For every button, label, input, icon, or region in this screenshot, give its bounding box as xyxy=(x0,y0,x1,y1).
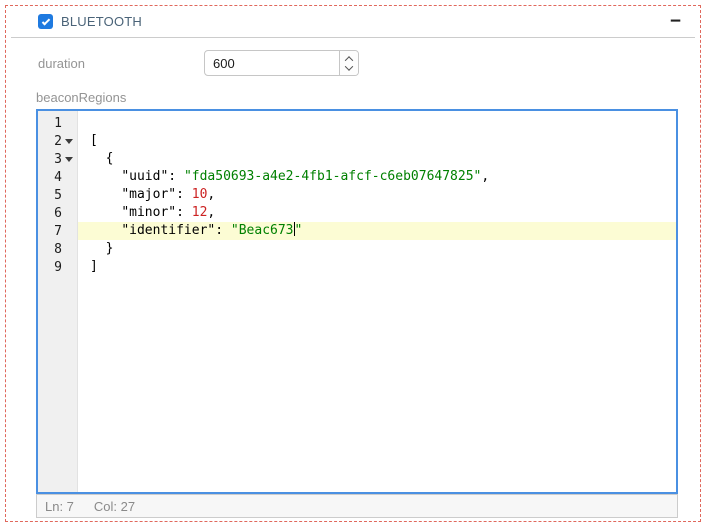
duration-input[interactable]: 600 xyxy=(204,50,359,76)
line-number: 4 xyxy=(54,170,62,185)
gutter-line-3: 3 xyxy=(38,150,77,168)
number-stepper[interactable] xyxy=(339,51,358,75)
bluetooth-settings-panel: BLUETOOTH − duration 600 beaconRegions 1… xyxy=(5,5,701,522)
panel-header: BLUETOOTH − xyxy=(11,6,695,38)
status-col: Col: 27 xyxy=(94,499,135,514)
duration-value[interactable]: 600 xyxy=(205,51,339,75)
code-line-1[interactable] xyxy=(78,114,676,132)
panel-title: BLUETOOTH xyxy=(61,14,142,29)
status-line: Ln: 7 xyxy=(45,499,74,514)
fold-arrow-icon[interactable] xyxy=(62,139,75,144)
code-line-5[interactable]: "major": 10, xyxy=(78,186,676,204)
line-number: 1 xyxy=(54,116,62,131)
editor-code-area[interactable]: 1 2 3 4 5 6 7 8 9 [ { "uuid": "fda50693-a4e2-4fb… xyxy=(36,109,678,494)
beacon-regions-label: beaconRegions xyxy=(36,90,700,105)
gutter-line-4: 4 xyxy=(38,168,77,186)
line-number: 2 xyxy=(54,134,62,149)
code-line-4[interactable]: "uuid": "fda50693-a4e2-4fb1-afcf-c6eb076… xyxy=(78,168,676,186)
duration-label: duration xyxy=(38,56,204,71)
editor-gutter: 1 2 3 4 5 6 7 8 9 xyxy=(38,111,78,492)
line-number: 3 xyxy=(54,152,62,167)
line-number: 8 xyxy=(54,242,62,257)
gutter-line-9: 9 xyxy=(38,258,77,276)
line-number: 5 xyxy=(54,188,62,203)
line-number: 7 xyxy=(54,224,62,239)
editor-code[interactable]: [ { "uuid": "fda50693-a4e2-4fb1-afcf-c6e… xyxy=(78,111,676,492)
code-line-3[interactable]: { xyxy=(78,150,676,168)
checkmark-icon xyxy=(41,17,49,25)
code-line-6[interactable]: "minor": 12, xyxy=(78,204,676,222)
code-line-2[interactable]: [ xyxy=(78,132,676,150)
duration-row: duration 600 xyxy=(6,50,700,76)
gutter-line-1: 1 xyxy=(38,114,77,132)
code-line-8[interactable]: } xyxy=(78,240,676,258)
chevron-down-icon[interactable] xyxy=(345,62,353,70)
code-line-9[interactable]: ] xyxy=(78,258,676,276)
line-number: 9 xyxy=(54,260,62,275)
gutter-line-6: 6 xyxy=(38,204,77,222)
collapse-button[interactable]: − xyxy=(670,14,681,29)
gutter-line-7: 7 xyxy=(38,222,77,240)
gutter-line-5: 5 xyxy=(38,186,77,204)
gutter-line-8: 8 xyxy=(38,240,77,258)
bluetooth-checkbox[interactable] xyxy=(38,14,53,29)
code-line-7[interactable]: "identifier": "Beac673" xyxy=(78,222,676,240)
fold-arrow-icon[interactable] xyxy=(62,157,75,162)
json-editor: 1 2 3 4 5 6 7 8 9 [ { "uuid": "fda50693-a4e2-4fb… xyxy=(36,109,678,518)
editor-status-bar: Ln: 7 Col: 27 xyxy=(36,494,678,518)
gutter-line-2: 2 xyxy=(38,132,77,150)
line-number: 6 xyxy=(54,206,62,221)
